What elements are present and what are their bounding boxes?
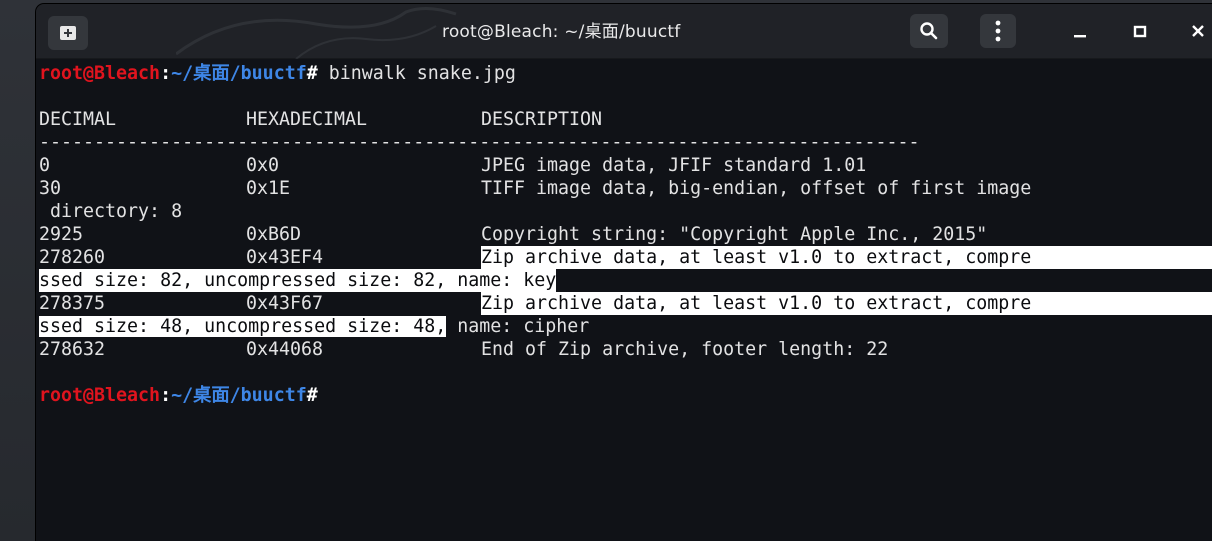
minimize-button[interactable] <box>1064 14 1096 48</box>
hex-cell: 0x43F67 <box>246 293 324 314</box>
table-row: 30 0x1E TIFF image data, big-endian, off… <box>39 177 1212 200</box>
prompt-hash: # <box>306 385 318 406</box>
prompt-colon: : <box>160 63 172 84</box>
window-title: root@Bleach: ~/桌面/buuctf <box>442 22 681 42</box>
menu-button[interactable] <box>980 14 1016 48</box>
table-row: 278260 0x43EF4 Zip archive data, at leas… <box>39 246 1212 269</box>
maximize-button[interactable] <box>1124 14 1156 48</box>
description-cell: TIFF image data, big-endian, offset of f… <box>481 178 1032 199</box>
table-row: 278375 0x43F67 Zip archive data, at leas… <box>39 292 1212 315</box>
close-icon <box>1192 25 1204 37</box>
prompt-path: ~/桌面/buuctf <box>171 63 307 84</box>
decimal-cell: 278260 <box>39 247 106 268</box>
hex-cell: 0x1E <box>246 178 291 199</box>
maximize-icon <box>1133 25 1147 38</box>
prompt-colon: : <box>160 385 172 406</box>
column-header-row: DECIMAL HEXADECIMAL DESCRIPTION <box>39 108 1212 131</box>
wrapped-line: directory: 8 <box>39 201 183 222</box>
table-row: 2925 0xB6D Copyright string: "Copyright … <box>39 223 1212 246</box>
unselected-wrap-segment: name: cipher <box>446 316 590 337</box>
minimize-icon <box>1074 35 1086 38</box>
table-row: 0 0x0 JPEG image data, JFIF standard 1.0… <box>39 154 1212 177</box>
header-decimal: DECIMAL <box>39 109 117 130</box>
selected-description-cell: Zip archive data, at least v1.0 to extra… <box>481 292 1212 315</box>
wrapped-line: ssed size: 48, uncompressed size: 48, na… <box>39 315 589 338</box>
decimal-cell: 278375 <box>39 293 106 314</box>
description-cell: Copyright string: "Copyright Apple Inc.,… <box>481 224 988 245</box>
search-icon <box>920 22 938 40</box>
selected-wrapped-line: ssed size: 82, uncompressed size: 82, na… <box>39 269 557 292</box>
kebab-menu-icon <box>995 20 1001 42</box>
decimal-cell: 0 <box>39 155 51 176</box>
title-bar[interactable]: root@Bleach: ~/桌面/buuctf <box>36 4 1212 59</box>
prompt-line[interactable]: root@Bleach:~/桌面/buuctf# <box>39 384 318 407</box>
description-cell: End of Zip archive, footer length: 22 <box>481 339 889 360</box>
new-tab-button[interactable] <box>48 16 88 50</box>
header-separator: ----------------------------------------… <box>39 132 920 153</box>
hex-cell: 0x0 <box>246 155 280 176</box>
command-text: binwalk snake.jpg <box>317 63 516 84</box>
selected-description-cell: Zip archive data, at least v1.0 to extra… <box>481 246 1212 269</box>
selected-wrap-segment: ssed size: 48, uncompressed size: 48, <box>39 316 447 337</box>
close-button[interactable] <box>1182 14 1212 48</box>
decimal-cell: 30 <box>39 178 62 199</box>
prompt-hash: # <box>306 63 318 84</box>
prompt-line: root@Bleach:~/桌面/buuctf# binwalk snake.j… <box>39 62 516 85</box>
hex-cell: 0xB6D <box>246 224 302 245</box>
terminal-window: root@Bleach: ~/桌面/buuctf root@Bleach:~/桌… <box>36 4 1212 541</box>
terminal-output[interactable]: root@Bleach:~/桌面/buuctf# binwalk snake.j… <box>39 60 1212 541</box>
header-description: DESCRIPTION <box>481 109 603 130</box>
decimal-cell: 278632 <box>39 339 106 360</box>
search-button[interactable] <box>910 14 948 48</box>
decimal-cell: 2925 <box>39 224 84 245</box>
description-cell: JPEG image data, JFIF standard 1.01 <box>481 155 867 176</box>
prompt-user-host: root@Bleach <box>39 63 161 84</box>
hex-cell: 0x44068 <box>246 339 324 360</box>
hex-cell: 0x43EF4 <box>246 247 324 268</box>
prompt-user-host: root@Bleach <box>39 385 161 406</box>
new-tab-icon <box>60 26 76 40</box>
header-hexadecimal: HEXADECIMAL <box>246 109 368 130</box>
table-row: 278632 0x44068 End of Zip archive, foote… <box>39 338 1212 361</box>
prompt-path: ~/桌面/buuctf <box>171 385 307 406</box>
